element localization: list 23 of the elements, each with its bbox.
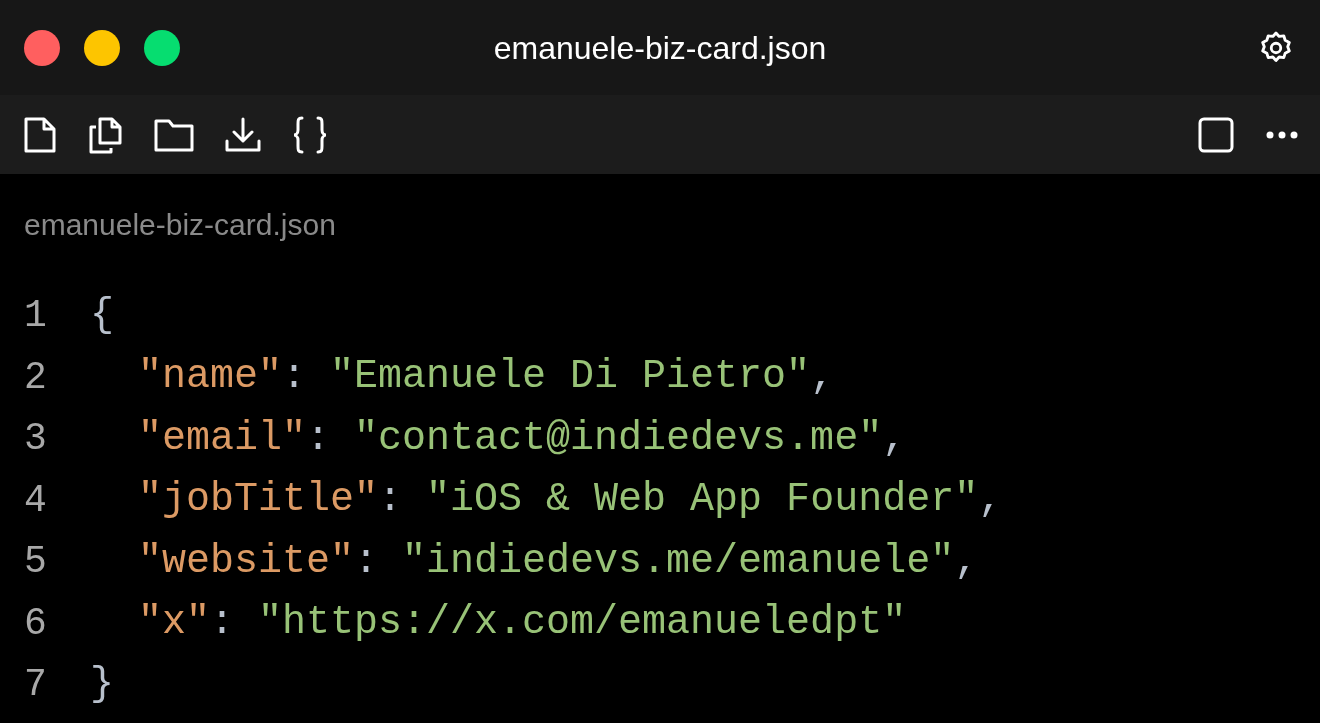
code-line: } <box>90 660 114 709</box>
window-title: emanuele-biz-card.json <box>493 28 827 68</box>
maximize-button[interactable] <box>144 29 180 66</box>
line-number: 5 <box>24 539 48 586</box>
line-number: 4 <box>24 477 48 524</box>
line-number: 3 <box>24 416 48 463</box>
line-number: 2 <box>24 354 48 401</box>
code-line: "jobTitle": "iOS & Web App Founder", <box>138 476 1003 525</box>
line-number: 6 <box>24 600 48 647</box>
square-icon[interactable] <box>1198 116 1234 153</box>
close-button[interactable] <box>24 29 60 66</box>
line-number: 1 <box>24 293 48 340</box>
code-line: "x": "https://x.com/emanueledpt" <box>138 599 907 648</box>
code-line: "email": "contact@indiedevs.me", <box>138 414 907 463</box>
braces-icon[interactable] <box>292 114 328 155</box>
code-line: "name": "Emanuele Di Pietro", <box>138 353 835 402</box>
code-line: "website": "indiedevs.me/emanuele", <box>138 537 979 586</box>
file-name: emanuele-biz-card.json <box>24 208 336 241</box>
download-icon[interactable] <box>224 115 262 154</box>
minimize-button[interactable] <box>84 29 120 66</box>
code-line: { <box>90 291 114 340</box>
line-number: 7 <box>24 662 48 709</box>
more-icon[interactable] <box>1266 130 1298 139</box>
